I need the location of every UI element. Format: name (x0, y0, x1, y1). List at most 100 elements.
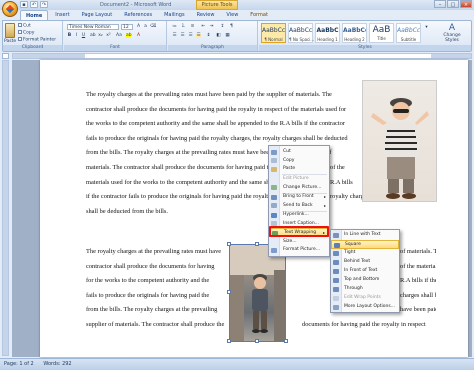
menu-item-change-picture[interactable]: Change Picture... (269, 184, 329, 193)
paste-icon[interactable] (5, 23, 15, 38)
word-count[interactable]: Words: 292 (43, 361, 71, 367)
paragraph-group: ≔ ⒈ ≡ ⇤ ⇥ ↕ ¶ ☰ ☰ ☰ ☰ ↨ ◧ ▦ Paragraph (168, 21, 258, 51)
wrap-top-and-bottom[interactable]: Top and Bottom (331, 276, 399, 285)
vertical-ruler[interactable] (2, 60, 9, 356)
quick-access-toolbar: ▪ ↶ ↷ (20, 1, 48, 8)
change-case-icon[interactable]: Aa (116, 33, 122, 38)
resize-handle-nw[interactable] (227, 242, 231, 246)
format-painter-button[interactable]: Format Painter (18, 37, 56, 43)
font-size-field[interactable]: 12 (121, 24, 133, 30)
cut-button[interactable]: Cut (18, 23, 31, 29)
shrink-font-icon[interactable]: a (143, 24, 148, 29)
tab-references[interactable]: References (119, 10, 157, 20)
menu-item-size[interactable]: Size... (269, 238, 329, 247)
horizontal-ruler[interactable] (12, 53, 472, 59)
tab-page-layout[interactable]: Page Layout (77, 10, 118, 20)
decrease-indent-icon[interactable]: ⇤ (201, 24, 206, 29)
sort-icon[interactable]: ↕ (220, 24, 225, 29)
menu-item-send-to-back[interactable]: Send to Back ▸ (269, 202, 329, 211)
minimize-button[interactable]: – (434, 0, 446, 8)
behind-text-icon (333, 259, 339, 265)
borders-icon[interactable]: ▦ (225, 33, 230, 38)
show-marks-icon[interactable]: ¶ (229, 24, 234, 29)
resize-handle-w[interactable] (227, 290, 231, 294)
superscript-icon[interactable]: x² (106, 33, 111, 38)
increase-indent-icon[interactable]: ⇥ (209, 24, 214, 29)
underline-button[interactable]: U (81, 33, 86, 38)
italic-button[interactable]: I (74, 33, 79, 38)
photo-child-street[interactable] (229, 244, 286, 342)
style-heading-1[interactable]: AaBbC Heading 1 (315, 23, 340, 43)
tab-view[interactable]: View (221, 10, 243, 20)
style-subtitle[interactable]: AaBbCc Subtitle (396, 23, 421, 43)
paste-icon (271, 166, 277, 172)
photo-child-top[interactable] (362, 80, 437, 202)
resize-handle-s[interactable] (255, 339, 259, 343)
menu-item-cut[interactable]: Cut (269, 148, 329, 157)
tab-insert[interactable]: Insert (50, 10, 74, 20)
paragraph-2-last-line[interactable]: documents for having paid the royalty in… (302, 318, 436, 333)
redo-icon[interactable]: ↷ (40, 1, 48, 8)
bullets-icon[interactable]: ≔ (172, 24, 177, 29)
format-picture-icon (271, 247, 277, 253)
change-styles-button[interactable]: A Change Styles (437, 23, 467, 43)
menu-item-format-picture[interactable]: Format Picture... (269, 246, 329, 255)
resize-handle-se[interactable] (284, 339, 288, 343)
style-title[interactable]: AaB Title (369, 23, 394, 43)
menu-item-paste[interactable]: Paste (269, 165, 329, 174)
tab-format[interactable]: Format (245, 10, 273, 20)
ruler-toggle[interactable] (2, 53, 9, 59)
style-normal[interactable]: AaBbCcI ¶ Normal (261, 23, 286, 43)
tab-review[interactable]: Review (192, 10, 220, 20)
paragraph-1-bottom[interactable]: materials. The contractor shall produce … (86, 161, 268, 219)
tab-home[interactable]: Home (20, 10, 49, 20)
paste-button[interactable]: Paste (4, 39, 16, 44)
tab-mailings[interactable]: Mailings (159, 10, 190, 20)
maximize-button[interactable]: □ (447, 0, 459, 8)
font-color-icon[interactable]: A (136, 33, 141, 38)
highlight-icon[interactable]: ab (126, 33, 132, 38)
grow-font-icon[interactable]: A (136, 24, 141, 29)
wrap-in-front-of-text[interactable]: In Front of Text (331, 267, 399, 276)
menu-item-edit-picture: Edit Picture (283, 176, 309, 181)
line-spacing-icon[interactable]: ↨ (206, 33, 211, 38)
close-button[interactable]: × (460, 0, 472, 8)
clear-format-icon[interactable]: ⌫ (150, 24, 156, 29)
wrap-square[interactable]: Square (331, 240, 399, 249)
bold-button[interactable]: B (67, 33, 72, 38)
wrap-in-line-with-text[interactable]: In Line with Text (331, 231, 399, 240)
wrap-behind-text[interactable]: Behind Text (331, 258, 399, 267)
undo-icon[interactable]: ↶ (30, 1, 38, 8)
paragraph-2-right[interactable]: of materials. The of the materials used … (400, 245, 436, 318)
paragraph-2-left[interactable]: The royalty charges at the prevailing ra… (86, 245, 226, 333)
menu-item-copy[interactable]: Copy (269, 157, 329, 166)
wrap-through[interactable]: Through (331, 285, 399, 294)
menu-item-hyperlink[interactable]: Hyperlink... (269, 211, 329, 220)
styles-scroll-icon[interactable]: ▾ (424, 25, 429, 30)
style-no-spacing[interactable]: AaBbCcI ¶ No Spaci... (288, 23, 314, 43)
text-wrapping-highlight-box (269, 226, 329, 237)
resize-handle-sw[interactable] (227, 339, 231, 343)
front-text-icon (333, 268, 339, 274)
font-group-label: Font (64, 45, 166, 51)
strikethrough-icon[interactable]: ab (90, 33, 96, 38)
page-count[interactable]: Page: 1 of 2 (4, 361, 34, 367)
save-icon[interactable]: ▪ (20, 1, 28, 8)
style-heading-2[interactable]: AaBbCc Heading 2 (342, 23, 367, 43)
picture-icon (271, 185, 277, 190)
justify-icon[interactable]: ☰ (196, 33, 201, 38)
align-center-icon[interactable]: ☰ (180, 33, 185, 38)
copy-button[interactable]: Copy (18, 30, 34, 36)
shading-icon[interactable]: ◧ (216, 33, 221, 38)
font-name-field[interactable]: Times New Roman (67, 24, 119, 30)
numbering-icon[interactable]: ⒈ (181, 24, 186, 29)
menu-item-bring-to-front[interactable]: Bring to Front ▸ (269, 193, 329, 202)
resize-handle-n[interactable] (255, 242, 259, 246)
align-left-icon[interactable]: ☰ (172, 33, 177, 38)
wrap-more-layout-options[interactable]: More Layout Options... (331, 303, 399, 312)
office-button[interactable] (2, 1, 18, 17)
wrap-tight[interactable]: Tight (331, 249, 399, 258)
multilevel-list-icon[interactable]: ≡ (190, 24, 195, 29)
align-right-icon[interactable]: ☰ (188, 33, 193, 38)
subscript-icon[interactable]: x₂ (98, 33, 103, 38)
